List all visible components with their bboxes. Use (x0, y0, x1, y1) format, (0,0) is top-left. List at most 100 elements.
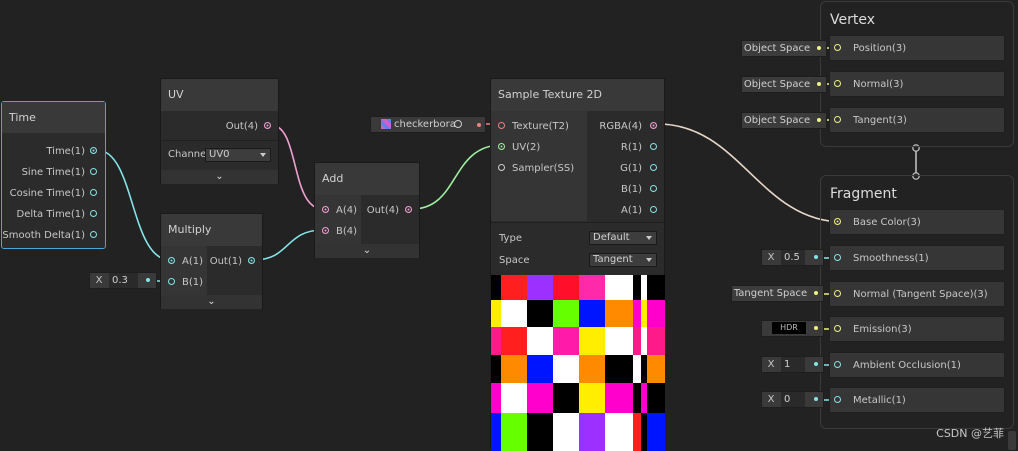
uv-channel-dropdown[interactable]: UV0 (205, 148, 271, 162)
position-port[interactable] (834, 44, 841, 51)
normal-ts-port[interactable] (834, 290, 841, 297)
sampler-input-port[interactable] (498, 164, 505, 171)
add-output-label: Out(4) (366, 205, 399, 216)
tangent-label: Tangent(3) (853, 115, 907, 126)
object-picker-icon[interactable] (454, 120, 462, 128)
multiply-output-port[interactable] (248, 257, 255, 264)
time-output-port[interactable] (90, 147, 97, 154)
axis-label: X (767, 359, 775, 370)
chevron-down-icon (646, 236, 652, 240)
a-output-port[interactable] (650, 206, 657, 213)
vertex-block-tangent[interactable]: Tangent(3) (829, 107, 1005, 133)
tangent-port[interactable] (834, 116, 841, 123)
smoothness-inline-field[interactable]: X 0.5 (761, 249, 824, 266)
space-dropdown[interactable]: Tangent (589, 253, 657, 267)
position-label: Position(3) (853, 43, 907, 54)
ambient-occlusion-inline-field[interactable]: X 1 (761, 356, 824, 373)
sine-time-output-port[interactable] (90, 168, 97, 175)
metallic-inline-field[interactable]: X 0 (761, 391, 824, 408)
add-expand-toggle[interactable]: ⌄ (315, 244, 419, 258)
chevron-down-icon (260, 153, 266, 157)
texture-thumbnail-icon (381, 119, 391, 129)
wire-multiply-to-add-b (253, 229, 324, 261)
vertex-block-position[interactable]: Position(3) (829, 35, 1005, 61)
ambient-occlusion-port[interactable] (834, 361, 841, 368)
sample-texture-2d-node[interactable]: Sample Texture 2D Texture(T2) UV(2) Samp… (490, 78, 665, 451)
a-output-label: A(1) (620, 205, 642, 216)
metallic-value[interactable]: 0 (781, 392, 805, 407)
r-output-port[interactable] (650, 143, 657, 150)
type-dropdown[interactable]: Default (589, 231, 657, 245)
multiply-b-label: B(1) (182, 277, 204, 288)
smooth-delta-output-label: Smooth Delta(1) (2, 230, 85, 241)
ambient-occlusion-value[interactable]: 1 (781, 357, 805, 372)
scrollbar-handle[interactable] (1008, 431, 1016, 450)
sine-time-output-label: Sine Time(1) (21, 167, 85, 178)
uv-expand-toggle[interactable]: ⌄ (161, 170, 278, 184)
smoothness-value[interactable]: 0.5 (781, 250, 805, 265)
vertex-header: Vertex (830, 12, 876, 28)
multiply-a-port[interactable] (168, 257, 175, 264)
add-output-port[interactable] (405, 206, 412, 213)
multiply-b-port[interactable] (168, 278, 175, 285)
uv-input-port[interactable] (498, 143, 505, 150)
texture-name: checkerbora (394, 119, 456, 130)
type-label: Type (499, 233, 522, 244)
add-node-title: Add (315, 163, 419, 195)
time-node[interactable]: Time Time(1) Sine Time(1) Cosine Time(1)… (1, 101, 106, 249)
ambient-occlusion-label: Ambient Occlusion(1) (853, 360, 961, 371)
multiply-node-title: Multiply (161, 214, 262, 246)
hdr-color-swatch[interactable]: HDR (772, 322, 806, 334)
position-space-field[interactable]: Object Space (741, 40, 827, 57)
uv-output-port[interactable] (264, 122, 271, 129)
fragment-block-metallic[interactable]: Metallic(1) (829, 387, 1005, 413)
cosine-time-output-label: Cosine Time(1) (9, 188, 85, 199)
texture-input-port[interactable] (498, 122, 505, 129)
chevron-down-icon: ⌄ (207, 296, 216, 307)
cosine-time-output-port[interactable] (90, 189, 97, 196)
fragment-block-normal[interactable]: Normal (Tangent Space)(3) (829, 281, 1005, 307)
add-b-port[interactable] (322, 227, 329, 234)
fragment-block-smoothness[interactable]: Smoothness(1) (829, 245, 1005, 271)
fragment-block-base-color[interactable]: Base Color(3) (829, 209, 1005, 235)
vertex-context[interactable]: Vertex Position(3) Normal(3) Tangent(3) (820, 1, 1014, 147)
normal-space-inline-field[interactable]: Tangent Space (731, 285, 824, 302)
delta-time-output-port[interactable] (90, 210, 97, 217)
time-node-title: Time (2, 102, 105, 133)
tangent-space-value[interactable]: Object Space (742, 113, 812, 128)
rgba-output-port[interactable] (650, 122, 657, 129)
tangent-space-field[interactable]: Object Space (741, 112, 827, 129)
base-color-port[interactable] (834, 218, 841, 225)
multiply-expand-toggle[interactable]: ⌄ (161, 295, 262, 309)
fragment-header: Fragment (830, 186, 897, 202)
uv-channel-value: UV0 (209, 149, 230, 160)
normal-ts-space-value[interactable]: Tangent Space (732, 286, 809, 301)
position-space-value[interactable]: Object Space (742, 41, 812, 56)
normal-space-value[interactable]: Object Space (742, 77, 812, 92)
fragment-block-emission[interactable]: Emission(3) (829, 316, 1005, 342)
fragment-block-ambient-occlusion[interactable]: Ambient Occlusion(1) (829, 352, 1005, 378)
chevron-down-icon (646, 258, 652, 262)
emission-inline-field[interactable]: HDR (761, 320, 824, 337)
emission-port[interactable] (834, 325, 841, 332)
normal-port[interactable] (834, 80, 841, 87)
add-node[interactable]: Add A(4) B(4) Out(4) ⌄ (314, 162, 420, 258)
uv-node-title: UV (161, 79, 278, 111)
normal-space-field[interactable]: Object Space (741, 76, 827, 93)
fragment-context[interactable]: Fragment Base Color(3) Smoothness(1) Nor… (820, 175, 1014, 429)
smoothness-port[interactable] (834, 254, 841, 261)
uv-node[interactable]: UV Out(4) Channe UV0 ⌄ (160, 78, 279, 184)
texture-inline-field[interactable]: checkerbora (370, 116, 486, 133)
add-a-port[interactable] (322, 206, 329, 213)
metallic-port[interactable] (834, 396, 841, 403)
delta-time-output-label: Delta Time(1) (16, 209, 86, 220)
b-output-port[interactable] (650, 185, 657, 192)
multiply-b-value[interactable]: 0.3 (109, 273, 138, 288)
vertex-block-normal[interactable]: Normal(3) (829, 71, 1005, 97)
space-value: Tangent (593, 254, 633, 265)
axis-label: X (95, 275, 103, 286)
smooth-delta-output-port[interactable] (90, 231, 97, 238)
multiply-node[interactable]: Multiply A(1) B(1) Out(1) ⌄ (160, 213, 263, 309)
multiply-b-inline-field[interactable]: X 0.3 (89, 272, 157, 289)
g-output-port[interactable] (650, 164, 657, 171)
